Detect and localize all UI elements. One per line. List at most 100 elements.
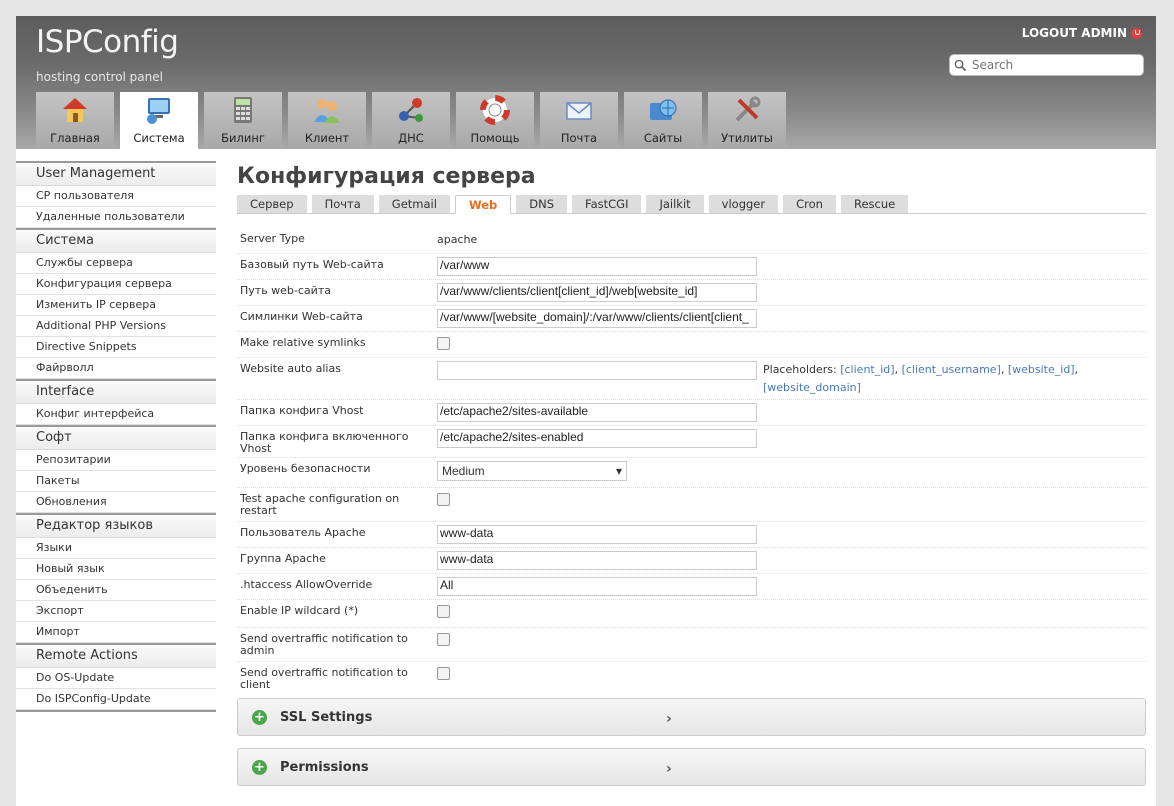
- nav-tab-client[interactable]: Клиент: [288, 92, 366, 149]
- sidebar-item-languages[interactable]: Языки: [16, 538, 216, 559]
- site-path-label: Путь web-сайта: [240, 284, 331, 297]
- server-type-value: apache: [437, 233, 478, 246]
- sidebar-item-ispconfig-update[interactable]: Do ISPConfig-Update: [16, 689, 216, 710]
- test-apache-label: Test apache configuration on restart: [240, 492, 400, 517]
- apache-user-input[interactable]: www-data: [437, 525, 757, 544]
- apache-group-input[interactable]: www-data: [437, 551, 757, 570]
- sidebar-item-import[interactable]: Импорт: [16, 622, 216, 643]
- sidebar-item-remote-users[interactable]: Удаленные пользователи: [16, 207, 216, 228]
- placeholder-website-domain[interactable]: [website_domain]: [763, 381, 861, 394]
- form-row: Группа Apache www-data: [237, 548, 1146, 574]
- security-level-select[interactable]: Medium ▾: [437, 461, 627, 481]
- logout-label[interactable]: LOGOUT ADMIN: [1022, 26, 1127, 40]
- security-level-label: Уровень безопасности: [240, 462, 371, 475]
- nav-label: Билинг: [221, 131, 265, 145]
- nav-tab-mail[interactable]: Почта: [540, 92, 618, 149]
- search-input[interactable]: [969, 57, 1143, 73]
- home-icon: [59, 94, 91, 126]
- vhost-enabled-input[interactable]: /etc/apache2/sites-enabled: [437, 429, 757, 448]
- sidebar-item-repositories[interactable]: Репозитарии: [16, 450, 216, 471]
- form-row: Make relative symlinks: [237, 332, 1146, 358]
- nav-tab-help[interactable]: Помощь: [456, 92, 534, 149]
- tab-jailkit[interactable]: Jailkit: [646, 195, 704, 213]
- tab-server[interactable]: Сервер: [237, 195, 307, 213]
- sidebar-item-packages[interactable]: Пакеты: [16, 471, 216, 492]
- symlinks-input[interactable]: /var/www/[website_domain]/:/var/www/clie…: [437, 309, 757, 328]
- nav-label: Утилиты: [721, 131, 773, 145]
- server-type-label: Server Type: [240, 232, 305, 245]
- nav-label: Главная: [50, 131, 100, 145]
- system-icon: [143, 94, 175, 126]
- sidebar-section-system: Система: [16, 228, 216, 253]
- placeholder-website-id[interactable]: [website_id]: [1008, 363, 1075, 376]
- tab-fastcgi[interactable]: FastCGI: [572, 195, 642, 213]
- placeholder-client-id[interactable]: [client_id]: [840, 363, 894, 376]
- site-path-input[interactable]: /var/www/clients/client[client_id]/web[w…: [437, 283, 757, 302]
- sidebar-item-os-update[interactable]: Do OS-Update: [16, 668, 216, 689]
- relative-symlinks-checkbox[interactable]: [437, 337, 450, 350]
- placeholders-hint: Placeholders: [client_id], [client_usern…: [763, 363, 1079, 394]
- permissions-section[interactable]: + Permissions ›: [237, 748, 1146, 786]
- sidebar-section-user-management: User Management: [16, 161, 216, 186]
- nav-tab-sites[interactable]: Сайты: [624, 92, 702, 149]
- sidebar-item-firewall[interactable]: Файрволл: [16, 358, 216, 379]
- power-icon[interactable]: [1131, 27, 1142, 39]
- tab-mail[interactable]: Почта: [311, 195, 374, 213]
- tab-rescue[interactable]: Rescue: [840, 195, 909, 213]
- tab-vlogger[interactable]: vlogger: [708, 195, 779, 213]
- sidebar-item-updates[interactable]: Обновления: [16, 492, 216, 513]
- htaccess-label: .htaccess AllowOverride: [240, 578, 373, 591]
- sidebar-item-merge[interactable]: Объеденить: [16, 580, 216, 601]
- form-row: Папка конфига Vhost /etc/apache2/sites-a…: [237, 400, 1146, 426]
- nav-label: Клиент: [304, 131, 350, 145]
- base-path-input[interactable]: /var/www: [437, 257, 757, 276]
- sidebar-item-export[interactable]: Экспорт: [16, 601, 216, 622]
- nav-tab-tools[interactable]: Утилиты: [708, 92, 786, 149]
- sidebar-item-server-services[interactable]: Службы сервера: [16, 253, 216, 274]
- permissions-label: Permissions: [280, 759, 369, 775]
- sidebar-section-interface: Interface: [16, 379, 216, 404]
- security-level-value: Medium: [442, 464, 485, 478]
- nav-label: Сайты: [643, 131, 683, 145]
- sidebar-end-divider: [16, 710, 216, 712]
- vhost-dir-input[interactable]: /etc/apache2/sites-available: [437, 403, 757, 422]
- nav-label: Помощь: [470, 131, 520, 145]
- overtraffic-admin-label: Send overtraffic notification to admin: [240, 632, 408, 657]
- sidebar-item-interface-config[interactable]: Конфиг интерфейса: [16, 404, 216, 425]
- config-tabs: Сервер Почта Getmail Web DNS FastCGI Jai…: [237, 195, 1146, 214]
- tab-dns[interactable]: DNS: [516, 195, 568, 213]
- sidebar-item-cp-users[interactable]: CP пользователя: [16, 186, 216, 207]
- overtraffic-admin-checkbox[interactable]: [437, 633, 450, 646]
- nav-tab-system[interactable]: Система: [120, 92, 198, 149]
- sidebar-section-language-editor: Редактор языков: [16, 513, 216, 538]
- auto-alias-input[interactable]: [437, 361, 757, 380]
- test-apache-checkbox[interactable]: [437, 493, 450, 506]
- sidebar-item-change-ip[interactable]: Изменить IP сервера: [16, 295, 216, 316]
- ssl-settings-section[interactable]: + SSL Settings ›: [237, 698, 1146, 736]
- sidebar-item-new-language[interactable]: Новый язык: [16, 559, 216, 580]
- nav-label: Почта: [560, 131, 598, 145]
- tab-web[interactable]: Web: [454, 195, 512, 214]
- nav-tab-dns[interactable]: ДНС: [372, 92, 450, 149]
- htaccess-input[interactable]: All: [437, 577, 757, 596]
- tab-getmail[interactable]: Getmail: [378, 195, 450, 213]
- ip-wildcard-checkbox[interactable]: [437, 605, 450, 618]
- logout-link[interactable]: LOGOUT ADMIN: [1022, 26, 1142, 40]
- search-box[interactable]: [949, 54, 1144, 76]
- sidebar-item-php-versions[interactable]: Additional PHP Versions: [16, 316, 216, 337]
- nav-tab-billing[interactable]: Билинг: [204, 92, 282, 149]
- apache-group-label: Группа Apache: [240, 552, 326, 565]
- overtraffic-client-checkbox[interactable]: [437, 667, 450, 680]
- form-row: Test apache configuration on restart: [237, 488, 1146, 522]
- placeholder-client-username[interactable]: [client_username]: [902, 363, 1001, 376]
- sidebar-item-directive-snippets[interactable]: Directive Snippets: [16, 337, 216, 358]
- expand-plus-icon: +: [252, 759, 267, 775]
- main-content: Конфигурация сервера Сервер Почта Getmai…: [237, 161, 1146, 786]
- form-row: .htaccess AllowOverride All: [237, 574, 1146, 600]
- mail-icon: [563, 94, 595, 126]
- sidebar-item-server-config[interactable]: Конфигурация сервера: [16, 274, 216, 295]
- relative-symlinks-label: Make relative symlinks: [240, 336, 366, 349]
- tab-cron[interactable]: Cron: [783, 195, 836, 213]
- nav-tab-home[interactable]: Главная: [36, 92, 114, 149]
- form-row: Send overtraffic notification to client: [237, 662, 1146, 694]
